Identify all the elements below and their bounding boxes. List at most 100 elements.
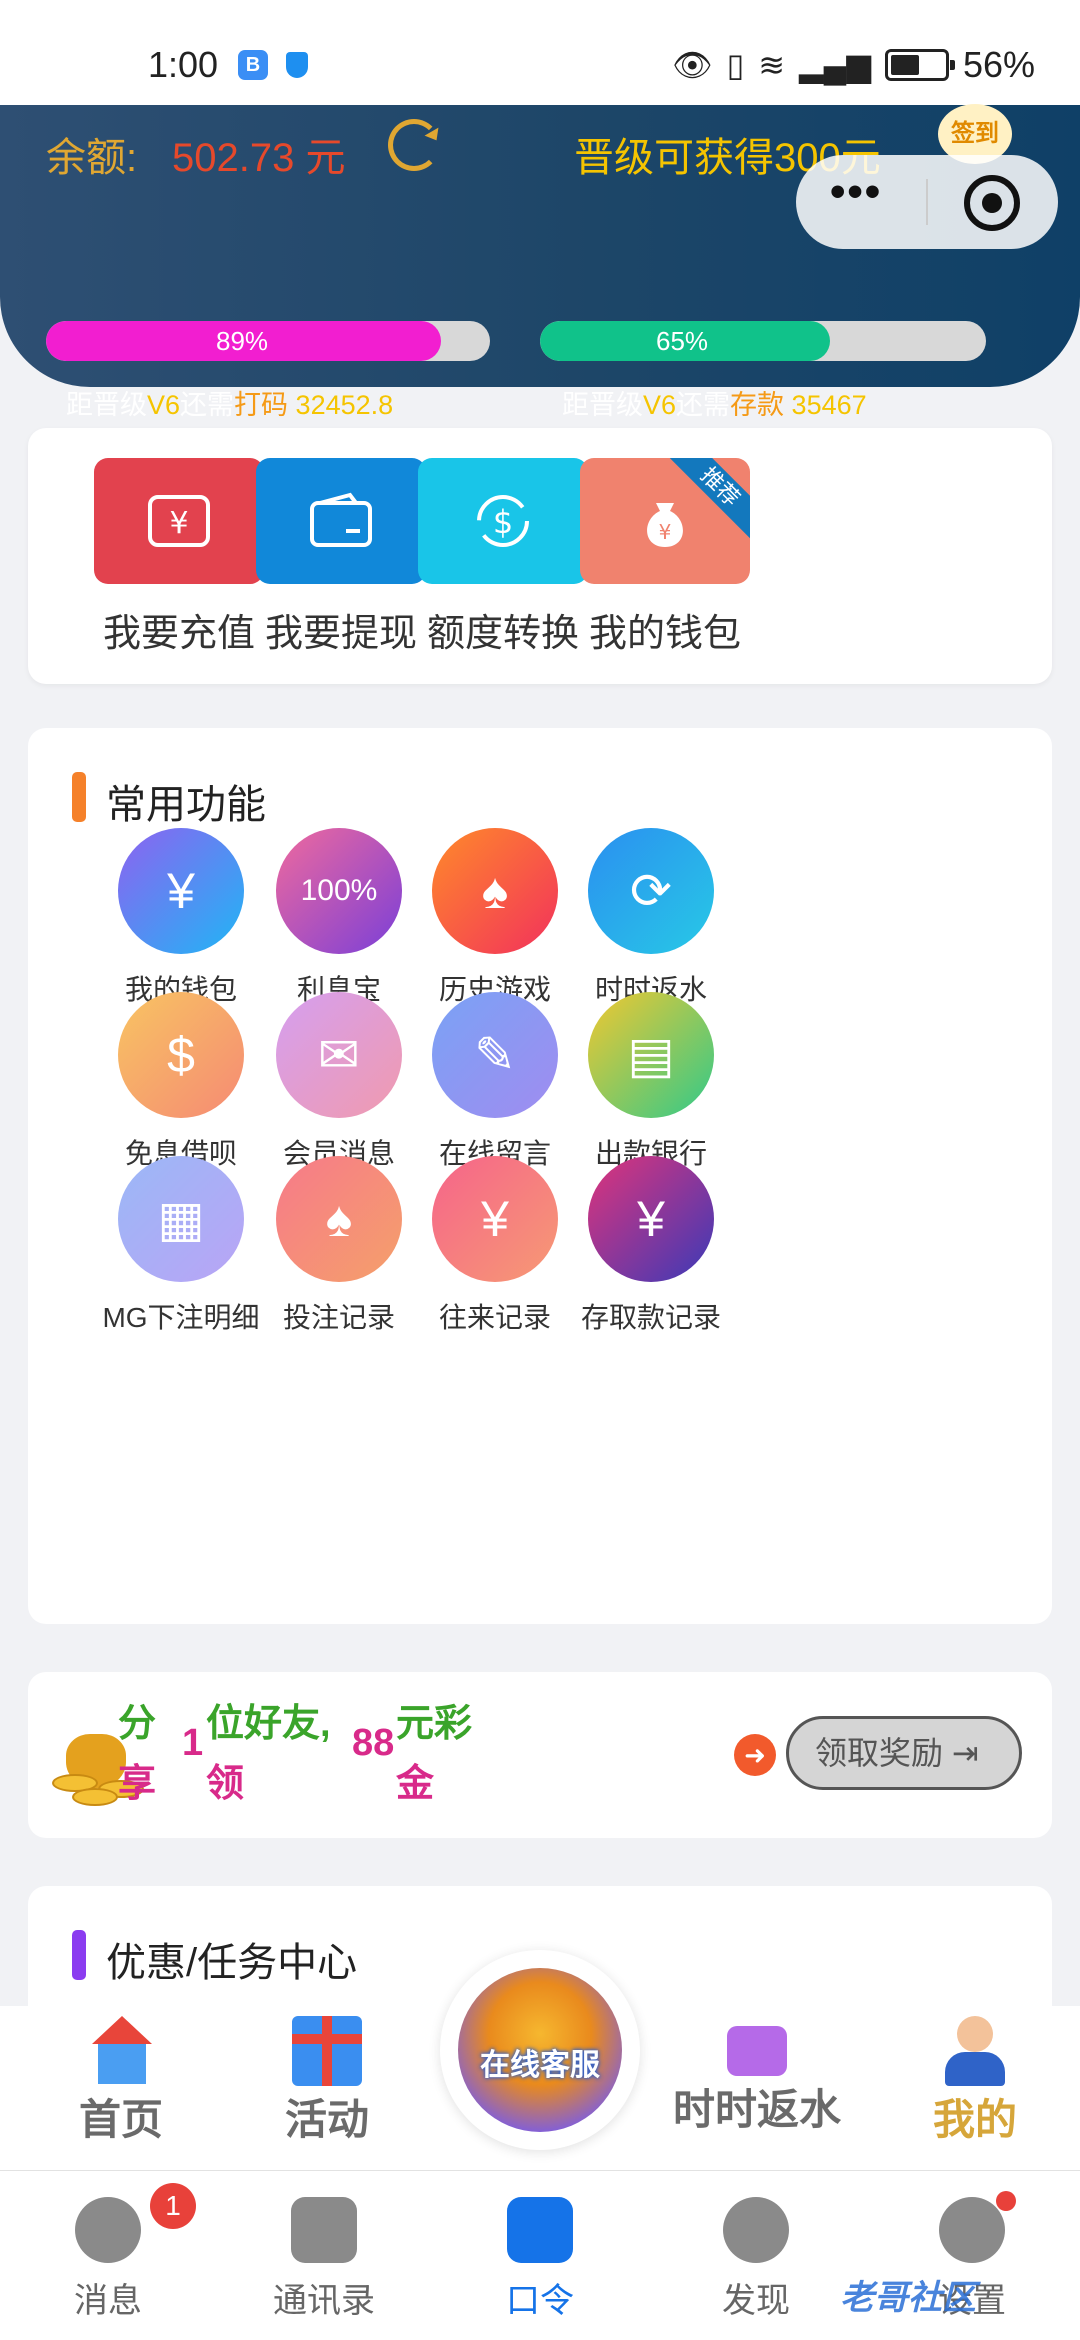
claim-reward-button[interactable]: 领取奖励 ⇥ [786, 1716, 1022, 1790]
watermark-logo: 老哥社区 [840, 2279, 976, 2317]
deposit-requirement-text: 距晋级V6还需存款 35467 [562, 390, 867, 420]
notification-dot [996, 2191, 1016, 2211]
tab-discover[interactable]: 发现 [676, 2197, 836, 2322]
battery-icon [884, 49, 955, 81]
share-friend-count: 1 [182, 1722, 204, 1764]
section-accent-bar [72, 772, 86, 822]
cards-icon: ♠ [276, 1156, 402, 1282]
status-time: 1:00 [148, 44, 219, 85]
report-icon: ▦ [118, 1156, 244, 1282]
tab-label: 消息 [74, 2282, 142, 2320]
promo-section-title: 优惠/任务中心 [106, 1941, 358, 1985]
exit-arrow-icon: ⇥ [951, 1735, 979, 1771]
online-service-button[interactable]: 在线客服 [440, 1950, 640, 2150]
function-clipboard-yen-item[interactable]: ¥ 存取款记录 [551, 1156, 751, 1336]
eye-icon: 👁 [672, 47, 713, 83]
gear-icon [939, 2197, 1005, 2263]
more-icon[interactable]: ••• [830, 167, 882, 217]
share-text: 金 [396, 1763, 435, 1805]
function-label: 存取款记录 [580, 1302, 721, 1333]
bet-progress-bar: 89% [46, 321, 490, 361]
balance-value: 502.73 元 [172, 136, 346, 180]
svg-text:$: $ [493, 503, 513, 541]
unread-badge: 1 [150, 2183, 196, 2229]
exchange-button[interactable]: $ 额度转换 [418, 458, 588, 657]
mine-label: 我的 [932, 2096, 1017, 2143]
wallet-icon [256, 458, 426, 584]
cards-icon: ♠ [432, 828, 558, 954]
home-label: 首页 [78, 2096, 163, 2143]
rebate-icon [727, 2026, 787, 2076]
activity-nav-item[interactable]: 活动 [272, 2016, 382, 2147]
function-cycle-item[interactable]: ⟳ 时时返水 [551, 828, 751, 1008]
contacts-icon [291, 2197, 357, 2263]
share-reward-amount: 88 [352, 1722, 395, 1764]
deposit-progress-bar: 65% [540, 321, 986, 361]
my-wallet-button[interactable]: ¥ 推荐 我的钱包 [580, 458, 750, 657]
money-bag-icon: ¥ 推荐 [580, 458, 750, 584]
tab-contacts[interactable]: 通讯录 [244, 2197, 404, 2322]
exchange-icon: $ [418, 458, 588, 584]
withdraw-button[interactable]: 我要提现 [256, 458, 426, 657]
deposit-progress-percent: 65% [656, 326, 709, 356]
tab-label: 通讯录 [273, 2282, 375, 2320]
chat-icon [75, 2197, 141, 2263]
share-text: 元彩 [396, 1703, 473, 1745]
share-text: 享 [118, 1763, 157, 1805]
app-notification-icon: B [238, 50, 268, 80]
compass-icon [723, 2197, 789, 2263]
tab-label: 发现 [722, 2282, 790, 2320]
miniprogram-capsule: ••• [796, 155, 1058, 249]
status-bar: 1:00 B 👁 ▯ ≋ ▂▄▆ 56% [0, 0, 1080, 110]
tab-messages[interactable]: 1 消息 [28, 2183, 196, 2322]
online-service-label: 在线客服 [480, 2049, 600, 2082]
tab-label: 口令 [506, 2282, 574, 2320]
arrow-icon: ➜ [734, 1734, 776, 1776]
money-bag-icon: ¥ [118, 828, 244, 954]
share-text: 分 [118, 1703, 157, 1745]
activity-label: 活动 [284, 2096, 369, 2143]
my-wallet-label: 我的钱包 [588, 613, 741, 655]
loan-hand-icon: $ [118, 992, 244, 1118]
bet-requirement-text: 距晋级V6还需打码 32452.8 [66, 390, 394, 420]
recharge-icon: ¥ [94, 458, 264, 584]
gift-icon [292, 2016, 362, 2086]
section-title: 常用功能 [106, 783, 266, 827]
svg-text:¥: ¥ [659, 520, 672, 544]
home-nav-item[interactable]: 首页 [66, 2016, 176, 2147]
share-text: 领 [206, 1763, 245, 1805]
common-functions-card: 常用功能 ¥ 我的钱包 100% 利息宝 ♠ 历史游戏 ⟳ 时时返水 $ 免息借呗 ✉ 会员消息 ✎ 在线… [28, 728, 1052, 1624]
section-accent-bar [72, 1930, 86, 1980]
tab-password[interactable]: 口令 [460, 2197, 620, 2322]
edit-icon: ✎ [432, 992, 558, 1118]
cycle-icon: ⟳ [588, 828, 714, 954]
signal-icon: ▂▄▆ [799, 47, 871, 83]
function-bank-card-item[interactable]: ▤ 出款银行 [551, 992, 751, 1172]
avatar-icon [945, 2016, 1005, 2086]
mail-icon: ✉ [276, 992, 402, 1118]
key-icon [507, 2197, 573, 2263]
balance-label: 余额: [46, 136, 138, 180]
close-target-icon[interactable] [964, 175, 1020, 231]
share-text: 位好友, [206, 1703, 331, 1745]
mine-nav-item[interactable]: 我的 [920, 2016, 1030, 2147]
withdraw-label: 我要提现 [264, 613, 417, 655]
refresh-icon[interactable] [388, 119, 440, 171]
vibrate-icon: ▯ [726, 47, 745, 83]
recharge-button[interactable]: ¥ 我要充值 [94, 458, 264, 657]
rebate-nav-item[interactable]: 时时返水 [672, 2026, 842, 2137]
svg-text:¥: ¥ [169, 506, 188, 541]
house-icon [86, 2016, 156, 2086]
interest-bag-icon: 100% [276, 828, 402, 954]
shield-icon [286, 52, 308, 78]
battery-percent: 56% [962, 44, 1035, 85]
bank-card-icon: ▤ [588, 992, 714, 1118]
share-reward-card: 分 享 1 位好友, 领 88 元彩 金 ➜ 领取奖励 ⇥ [28, 1672, 1052, 1838]
bet-progress-percent: 89% [216, 326, 269, 356]
quick-actions-card: ¥ 我要充值 我要提现 $ 额度转换 ¥ 推荐 我的钱包 [28, 428, 1052, 684]
exchange-label: 额度转换 [426, 613, 579, 655]
clipboard-icon: ¥ [432, 1156, 558, 1282]
recharge-label: 我要充值 [102, 613, 255, 655]
wifi-icon: ≋ [758, 47, 786, 83]
rebate-label: 时时返水 [672, 2086, 841, 2133]
